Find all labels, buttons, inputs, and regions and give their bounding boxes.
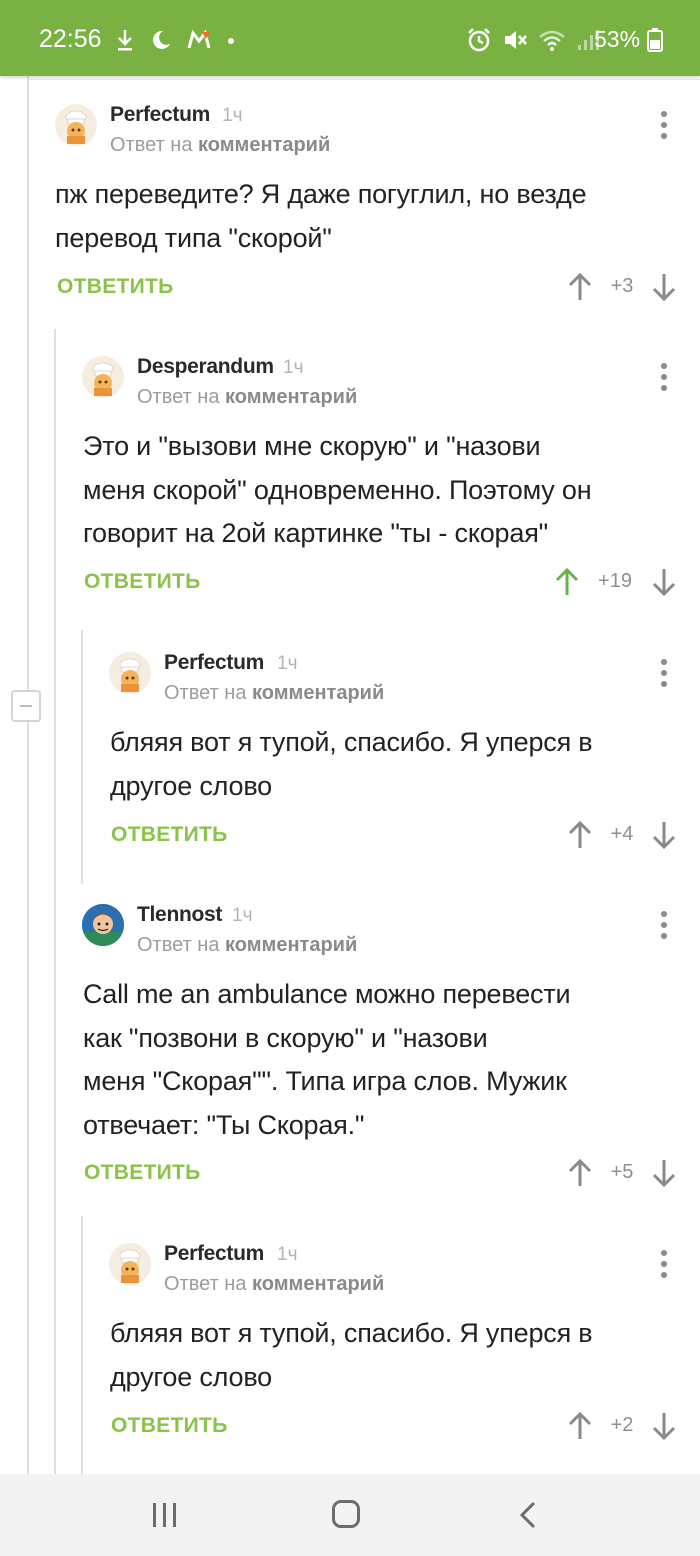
comment-time[interactable]: 1ч (277, 1244, 297, 1266)
parent-comment-link[interactable]: комментарий (252, 682, 384, 704)
comment-author[interactable]: Tlennost (137, 903, 222, 927)
battery-icon (647, 28, 663, 52)
comment-text-line: Call me an ambulance можно перевести (83, 979, 571, 1009)
reply-to-prefix: Ответ на (110, 134, 193, 156)
user-avatar[interactable] (82, 904, 124, 946)
comment-body: Call me an ambulance можно перевести как… (83, 973, 571, 1147)
comment-body: пж переведите? Я даже погуглил, но везде… (55, 173, 587, 260)
more-options-icon[interactable] (659, 1250, 669, 1280)
reply-button[interactable]: ОТВЕТИТЬ (84, 570, 201, 594)
upvote-icon-active[interactable] (555, 567, 579, 597)
comment-time[interactable]: 1ч (232, 905, 252, 927)
comment-time[interactable]: 1ч (277, 653, 297, 675)
parent-comment-link[interactable]: комментарий (198, 134, 330, 156)
more-options-icon[interactable] (659, 911, 669, 941)
download-icon (118, 30, 132, 51)
comment-text-line: отвечает: "Ты Скорая." (83, 1109, 365, 1140)
home-icon[interactable] (332, 1500, 360, 1528)
parent-comment-link[interactable]: комментарий (225, 934, 357, 956)
reply-to-prefix: Ответ на (164, 682, 247, 704)
downvote-icon[interactable] (652, 272, 676, 302)
comment-rating: +19 (598, 570, 632, 592)
downvote-icon[interactable] (652, 567, 676, 597)
comment-rating: +4 (610, 823, 634, 845)
thread-line[interactable] (27, 76, 29, 1474)
reply-to-prefix: Ответ на (137, 934, 220, 956)
navigation-bar (0, 1474, 700, 1556)
chef-avatar[interactable] (109, 1243, 151, 1285)
comment-time[interactable]: 1ч (283, 357, 303, 379)
collapse-thread-button[interactable] (11, 690, 41, 722)
comment-time[interactable]: 1ч (222, 105, 242, 127)
comment-rating: +5 (610, 1161, 634, 1183)
comment-rating: +2 (610, 1414, 634, 1436)
parent-comment-link[interactable]: комментарий (252, 1273, 384, 1295)
notification-icons (116, 27, 236, 53)
comment-text-line: говорит на 2ой картинке "ты - скорая" (83, 518, 548, 548)
thread-line[interactable] (54, 329, 56, 1474)
comment-text-line: меня "Скорая"". Типа игра слов. Мужик (83, 1066, 567, 1096)
alarm-icon (468, 28, 490, 52)
comment-author[interactable]: Perfectum (164, 651, 264, 675)
app-notification-icon (187, 29, 211, 49)
chef-avatar[interactable] (55, 104, 97, 146)
comment-text-line: пж переведите? Я даже погуглил, но везде (55, 179, 587, 209)
reply-button[interactable]: ОТВЕТИТЬ (57, 275, 174, 299)
mute-icon (505, 31, 527, 49)
reply-to: Ответ на комментарий (164, 1273, 384, 1296)
comment-text-line: Это и "вызови мне скорую" и "назови (83, 431, 541, 461)
system-icons (466, 27, 600, 53)
comment-text-line: как "позвони в скорую" и "назови (83, 1022, 488, 1053)
upvote-icon[interactable] (568, 820, 592, 850)
comment-body: бляяя вот я тупой, спасибо. Я уперся в д… (110, 721, 593, 808)
more-options-icon[interactable] (659, 363, 669, 393)
comment-text-line: бляяя вот я тупой, спасибо. Я уперся в (110, 727, 593, 757)
upvote-icon[interactable] (568, 1158, 592, 1188)
reply-to-prefix: Ответ на (137, 386, 220, 408)
reply-button[interactable]: ОТВЕТИТЬ (84, 1161, 201, 1185)
thread-line[interactable] (81, 1216, 83, 1474)
status-bar: 22:56 53% (0, 0, 700, 76)
recents-icon[interactable] (151, 1501, 179, 1529)
more-options-icon[interactable] (659, 659, 669, 689)
reply-to: Ответ на комментарий (137, 386, 357, 409)
upvote-icon[interactable] (568, 1411, 592, 1441)
comment-text-line: перевод типа "скорой" (55, 222, 332, 253)
divider (30, 79, 700, 80)
upvote-icon[interactable] (568, 272, 592, 302)
clock: 22:56 (39, 25, 102, 53)
comment-text-line: другое слово (110, 770, 272, 801)
back-icon[interactable] (518, 1500, 538, 1530)
reply-to: Ответ на комментарий (164, 682, 384, 705)
comment-author[interactable]: Perfectum (164, 1242, 264, 1266)
dot-icon (228, 38, 234, 44)
comment-text-line: другое слово (110, 1361, 272, 1392)
comment-body: бляяя вот я тупой, спасибо. Я уперся в д… (110, 1312, 593, 1399)
reply-to: Ответ на комментарий (137, 934, 357, 957)
comment-body: Это и "вызови мне скорую" и "назови меня… (83, 425, 592, 556)
reply-to: Ответ на комментарий (110, 134, 330, 157)
comments-thread: Perfectum 1ч Ответ на комментарий пж пер… (0, 76, 700, 1474)
reply-to-prefix: Ответ на (164, 1273, 247, 1295)
comment-text-line: меня скорой" одновременно. Поэтому он (83, 474, 592, 505)
moon-icon (152, 30, 170, 49)
comment-text-line: бляяя вот я тупой, спасибо. Я уперся в (110, 1318, 593, 1348)
battery-percent: 53% (594, 26, 641, 52)
parent-comment-link[interactable]: комментарий (225, 386, 357, 408)
comment-author[interactable]: Perfectum (110, 103, 210, 127)
reply-button[interactable]: ОТВЕТИТЬ (111, 823, 228, 847)
thread-line[interactable] (81, 630, 83, 884)
downvote-icon[interactable] (652, 1411, 676, 1441)
comment-rating: +3 (610, 275, 634, 297)
wifi-icon (539, 30, 565, 51)
chef-avatar[interactable] (109, 652, 151, 694)
downvote-icon[interactable] (652, 820, 676, 850)
more-options-icon[interactable] (659, 111, 669, 141)
comment-author[interactable]: Desperandum (137, 355, 274, 379)
downvote-icon[interactable] (652, 1158, 676, 1188)
reply-button[interactable]: ОТВЕТИТЬ (111, 1414, 228, 1438)
chef-avatar[interactable] (82, 356, 124, 398)
